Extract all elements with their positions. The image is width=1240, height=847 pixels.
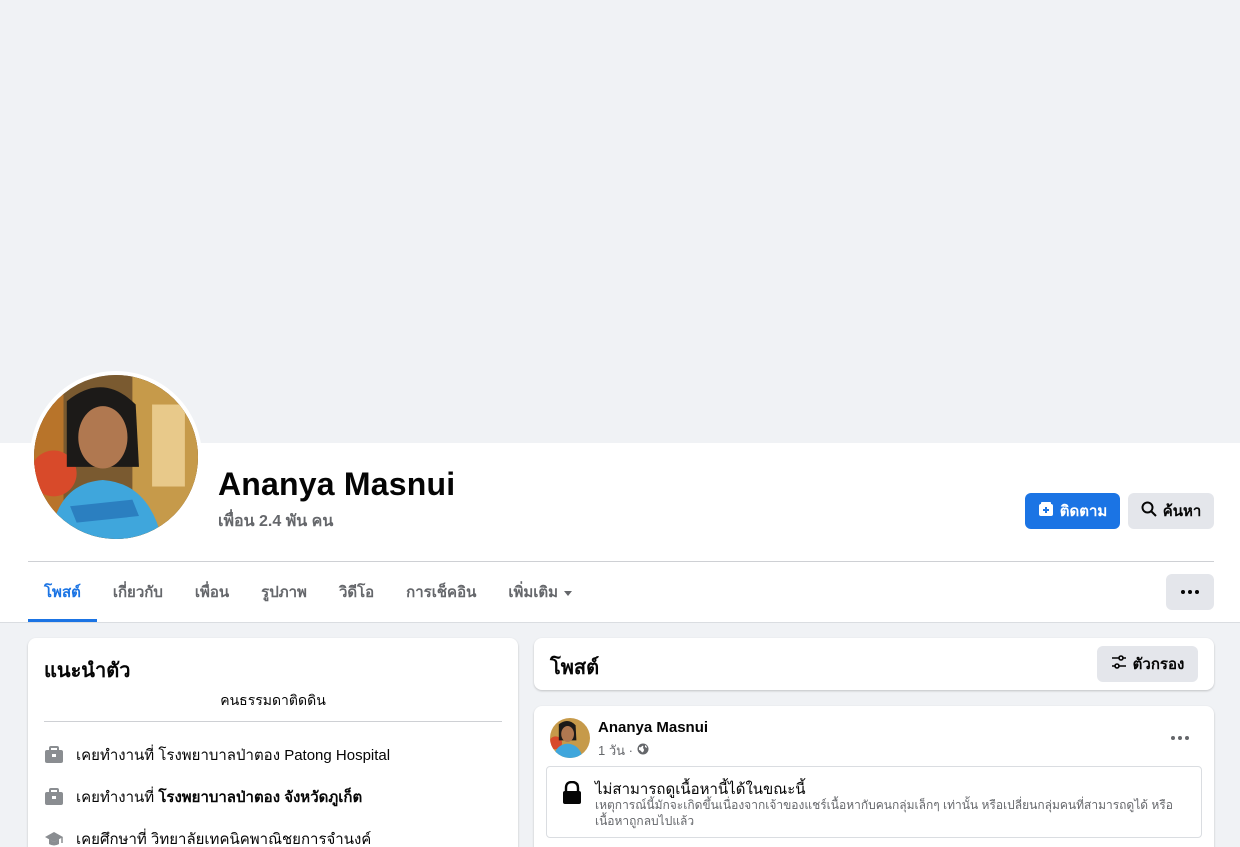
tab-label: รูปภาพ xyxy=(261,584,307,601)
follow-icon xyxy=(1038,501,1054,521)
briefcase-icon xyxy=(44,787,64,807)
more-horizontal-icon xyxy=(1181,590,1199,594)
cover-photo xyxy=(0,0,1240,443)
follow-label: ติดตาม xyxy=(1059,503,1108,520)
tab-photos[interactable]: รูปภาพ xyxy=(245,562,323,622)
intro-item-work[interactable]: เคยทำงานที่ โรงพยาบาลป่าตอง Patong Hospi… xyxy=(44,743,390,767)
post-meta: 1 วัน · xyxy=(598,740,649,761)
tab-label: โพสต์ xyxy=(44,584,81,601)
intro-bio: คนธรรมดาติดดิน xyxy=(220,692,326,708)
caret-down-icon xyxy=(564,590,573,596)
intro-item-text[interactable]: โรงพยาบาลป่าตอง Patong Hospital xyxy=(158,747,390,764)
intro-item-text[interactable]: วิทยาลัยเทคนิคพาณิชยการจำนงค์ xyxy=(151,831,371,847)
profile-avatar[interactable] xyxy=(30,371,202,543)
tab-about[interactable]: เกี่ยวกับ xyxy=(97,562,179,622)
posts-title: โพสต์ xyxy=(550,657,600,679)
unavailable-description: เหตุการณ์นี้มักจะเกิดขึ้นเนื่องจากเจ้าขอ… xyxy=(595,798,1173,828)
search-label: ค้นหา xyxy=(1162,503,1202,520)
filter-button[interactable]: ตัวกรอง xyxy=(1097,646,1198,682)
tab-posts[interactable]: โพสต์ xyxy=(28,562,97,622)
graduation-cap-icon xyxy=(44,829,64,847)
search-button[interactable]: ค้นหา xyxy=(1128,493,1214,529)
tab-checkins[interactable]: การเช็คอิน xyxy=(390,562,492,622)
post-author-avatar[interactable] xyxy=(550,718,590,758)
more-horizontal-icon xyxy=(1171,736,1189,740)
intro-divider xyxy=(44,721,502,722)
post-options-button[interactable] xyxy=(1162,720,1198,756)
intro-item-education[interactable]: เคยศึกษาที่ วิทยาลัยเทคนิคพาณิชยการจำนงค… xyxy=(44,827,371,847)
tab-label: วิดีโอ xyxy=(338,584,375,601)
intro-item-prefix: เคยศึกษาที่ xyxy=(76,831,151,847)
tab-label: เกี่ยวกับ xyxy=(112,584,163,601)
friends-count[interactable]: เพื่อน 2.4 พัน คน xyxy=(218,509,333,534)
tab-videos[interactable]: วิดีโอ xyxy=(323,562,390,622)
profile-more-button[interactable] xyxy=(1166,574,1214,610)
intro-card: แนะนำตัว คนธรรมดาติดดิน เคยทำงานที่ โรงพ… xyxy=(28,638,518,847)
tab-label: เพิ่มเติม xyxy=(508,584,559,601)
tab-label: เพื่อน xyxy=(194,584,230,601)
tab-friends[interactable]: เพื่อน xyxy=(179,562,245,622)
content-unavailable-box: ไม่สามารถดูเนื้อหานี้ได้ในขณะนี้ เหตุการ… xyxy=(546,766,1202,838)
intro-title: แนะนำตัว xyxy=(44,660,131,682)
post-author-name[interactable]: Ananya Masnui xyxy=(598,719,708,736)
profile-name: Ananya Masnui xyxy=(218,466,456,502)
filter-icon xyxy=(1111,654,1127,674)
globe-icon xyxy=(637,743,649,758)
lock-icon xyxy=(561,780,583,810)
profile-tabs: โพสต์ เกี่ยวกับ เพื่อน รูปภาพ วิดีโอ การ… xyxy=(28,562,588,622)
post-timestamp[interactable]: 1 วัน · xyxy=(598,740,633,761)
filter-label: ตัวกรอง xyxy=(1132,656,1185,673)
intro-item-text[interactable]: โรงพยาบาลป่าตอง จังหวัดภูเก็ต xyxy=(158,789,362,806)
tab-label: การเช็คอิน xyxy=(406,584,477,601)
briefcase-icon xyxy=(44,745,64,765)
follow-button[interactable]: ติดตาม xyxy=(1025,493,1120,529)
search-icon xyxy=(1141,501,1157,521)
tab-more[interactable]: เพิ่มเติม xyxy=(492,562,588,622)
intro-item-prefix: เคยทำงานที่ xyxy=(76,789,159,806)
posts-header-card: โพสต์ ตัวกรอง xyxy=(534,638,1214,690)
intro-item-work[interactable]: เคยทำงานที่ โรงพยาบาลป่าตอง จังหวัดภูเก็… xyxy=(44,785,362,809)
intro-item-prefix: เคยทำงานที่ xyxy=(76,747,159,764)
post-card: Ananya Masnui 1 วัน · ไม่สามารถดูเนื้อหา… xyxy=(534,706,1214,847)
